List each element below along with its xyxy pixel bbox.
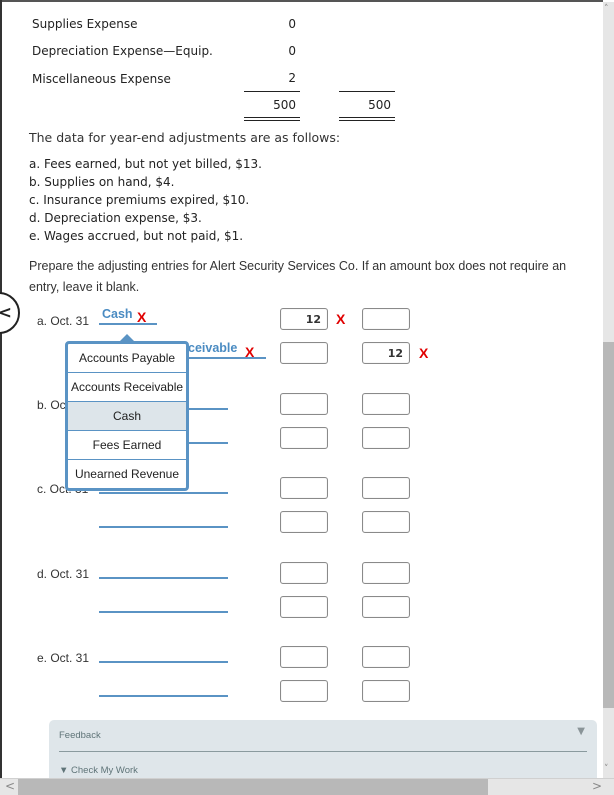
window-left-border	[0, 0, 2, 778]
adjustment-item: b. Supplies on hand, $4.	[29, 175, 175, 189]
total-double-rule	[244, 117, 300, 118]
adjustments-list: a. Fees earned, but not yet billed, $13.…	[29, 155, 262, 245]
credit-input-e1[interactable]	[362, 646, 410, 668]
tb-account: Supplies Expense	[32, 17, 138, 31]
dropdown-option[interactable]: Unearned Revenue	[68, 460, 186, 489]
dropdown-pointer	[120, 334, 134, 341]
collapse-triangle-icon[interactable]: ▼	[577, 726, 585, 737]
incorrect-icon: X	[419, 345, 429, 361]
total-double-rule	[244, 120, 300, 121]
scroll-left-icon[interactable]: <	[5, 779, 15, 793]
credit-input-a2[interactable]: 12	[362, 342, 410, 364]
subtotal-rule	[339, 91, 395, 92]
account-select-a1[interactable]	[99, 323, 157, 325]
instructions: Prepare the adjusting entries for Alert …	[29, 259, 567, 294]
entry-date-a: a. Oct. 31	[37, 314, 90, 328]
tb-debit: 2	[288, 71, 296, 85]
debit-input-d2[interactable]	[280, 596, 328, 618]
adjustments-intro: The data for year-end adjustments are as…	[29, 130, 341, 145]
vertical-scroll-thumb[interactable]	[603, 342, 614, 708]
entry-date-e: e. Oct. 31	[37, 651, 90, 665]
debit-input-c1[interactable]	[280, 477, 328, 499]
debit-input-b2[interactable]	[280, 427, 328, 449]
incorrect-icon: X	[336, 311, 346, 327]
account-select-a1-value[interactable]: Cash	[102, 307, 133, 321]
credit-input-b2[interactable]	[362, 427, 410, 449]
scroll-up-icon[interactable]: ˄	[604, 4, 609, 14]
debit-input-d1[interactable]	[280, 562, 328, 584]
credit-input-e2[interactable]	[362, 680, 410, 702]
entry-date-b: b. Oc	[37, 398, 66, 412]
tb-total-debit: 500	[273, 98, 296, 112]
dropdown-option[interactable]: Accounts Payable	[68, 344, 186, 373]
horizontal-scroll-thumb[interactable]	[18, 779, 488, 795]
account-select-a2-value[interactable]: ceivable	[188, 341, 237, 355]
tb-debit: 0	[288, 17, 296, 31]
tb-debit: 0	[288, 44, 296, 58]
dropdown-option-selected[interactable]: Cash	[68, 402, 186, 431]
subtotal-rule	[244, 91, 300, 92]
entry-date-d: d. Oct. 31	[37, 567, 90, 581]
credit-input-b1[interactable]	[362, 393, 410, 415]
account-dropdown-menu[interactable]: Accounts Payable Accounts Receivable Cas…	[65, 341, 189, 491]
tb-total-credit: 500	[368, 98, 391, 112]
total-double-rule	[339, 120, 395, 121]
credit-input-c2[interactable]	[362, 511, 410, 533]
chevron-left-icon: <	[0, 303, 12, 323]
total-double-rule	[339, 117, 395, 118]
account-select-e2[interactable]	[99, 695, 228, 697]
previous-button[interactable]: <	[0, 292, 20, 334]
dropdown-option[interactable]: Accounts Receivable	[68, 373, 186, 402]
debit-input-a2[interactable]	[280, 342, 328, 364]
debit-input-a1[interactable]: 12	[280, 308, 328, 330]
vertical-scrollbar[interactable]: ˄ ˅	[603, 2, 614, 778]
debit-input-e2[interactable]	[280, 680, 328, 702]
window-top-border	[0, 0, 603, 2]
check-my-work-toggle[interactable]: ▼ Check My Work	[59, 765, 138, 776]
account-select-c1[interactable]	[99, 492, 228, 494]
account-select-d2[interactable]	[99, 611, 228, 613]
debit-input-b1[interactable]	[280, 393, 328, 415]
credit-input-d2[interactable]	[362, 596, 410, 618]
feedback-title: Feedback	[59, 730, 101, 741]
debit-input-c2[interactable]	[280, 511, 328, 533]
adjustment-item: a. Fees earned, but not yet billed, $13.	[29, 157, 262, 171]
account-select-e1[interactable]	[99, 661, 228, 663]
adjustment-item: d. Depreciation expense, $3.	[29, 211, 202, 225]
account-select-d1[interactable]	[99, 577, 228, 579]
scroll-down-icon[interactable]: ˅	[604, 764, 609, 774]
feedback-divider	[59, 751, 587, 752]
adjustment-item: e. Wages accrued, but not paid, $1.	[29, 229, 244, 243]
horizontal-scrollbar[interactable]: < >	[0, 778, 614, 795]
tb-account: Depreciation Expense—Equip.	[32, 44, 213, 58]
adjustment-item: c. Insurance premiums expired, $10.	[29, 193, 250, 207]
tb-account: Miscellaneous Expense	[32, 72, 171, 86]
account-select-a2[interactable]	[186, 357, 266, 359]
credit-input-c1[interactable]	[362, 477, 410, 499]
dropdown-option[interactable]: Fees Earned	[68, 431, 186, 460]
scroll-right-icon[interactable]: >	[592, 779, 602, 793]
debit-input-e1[interactable]	[280, 646, 328, 668]
account-select-c2[interactable]	[99, 526, 228, 528]
credit-input-d1[interactable]	[362, 562, 410, 584]
credit-input-a1[interactable]	[362, 308, 410, 330]
